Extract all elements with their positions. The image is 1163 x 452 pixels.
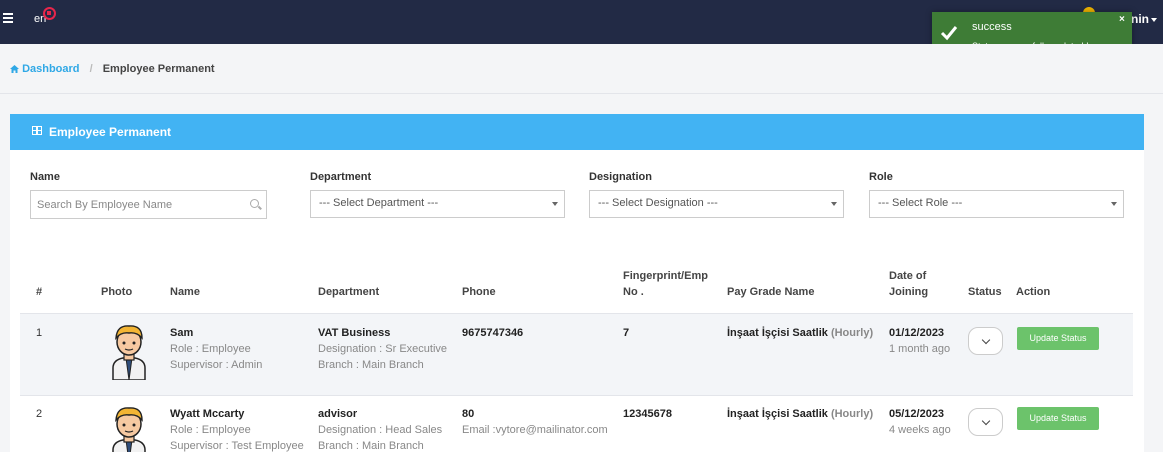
card-header: Employee Permanent (10, 114, 1144, 150)
card-title: Employee Permanent (49, 125, 172, 139)
status-select[interactable] (968, 408, 1003, 436)
designation: Designation : Head Sales (318, 424, 443, 436)
update-status-button[interactable]: Update Status (1017, 327, 1099, 350)
pay-grade-type: (Hourly) (830, 327, 874, 339)
employee-avatar (112, 407, 146, 452)
pay-grade-name: İnşaat İşçisi Saatlik (727, 408, 828, 420)
grid-icon (32, 126, 42, 135)
user-menu[interactable]: nin (1131, 12, 1157, 26)
pay-grade-name: İnşaat İşçisi Saatlik (727, 327, 828, 339)
row-number: 1 (36, 327, 43, 339)
header-pay-grade[interactable]: Pay Grade Name (727, 284, 814, 300)
header-num: # (36, 286, 43, 298)
header-status: Status (968, 286, 1002, 298)
dropdown-arrow-icon (1111, 202, 1117, 206)
app-logo[interactable]: en (34, 7, 56, 25)
department-name: VAT Business (318, 327, 391, 339)
employee-name-cell: Sam Role : Employee Supervisor : Admin (170, 325, 262, 373)
pay-grade-cell: İnşaat İşçisi Saatlik (Hourly) (727, 325, 873, 341)
joining-date: 05/12/2023 (889, 408, 945, 420)
employee-role: Role : Employee (170, 424, 251, 436)
fingerprint-number: 12345678 (623, 408, 672, 420)
employee-supervisor: Supervisor : Test Employee (170, 440, 304, 452)
phone-cell: 80 Email :vytore@mailinator.com (462, 406, 608, 438)
designation-select[interactable]: --- Select Designation --- (589, 190, 844, 218)
header-action: Action (1016, 286, 1051, 298)
header-fingerprint-line1: Fingerprint/Emp (623, 270, 708, 282)
name-search-placeholder: Search By Employee Name (37, 199, 173, 211)
breadcrumb-separator: / (89, 63, 93, 75)
employee-supervisor: Supervisor : Admin (170, 359, 263, 371)
user-menu-label: nin (1131, 12, 1149, 26)
joining-relative: 4 weeks ago (889, 424, 951, 436)
toast-close-button[interactable]: × (1119, 14, 1125, 25)
pay-grade-cell: İnşaat İşçisi Saatlik (Hourly) (727, 406, 873, 422)
check-icon (940, 26, 958, 41)
employee-role: Role : Employee (170, 343, 251, 355)
caret-down-icon (1151, 17, 1157, 22)
employee-name[interactable]: Wyatt Mccarty (170, 406, 304, 422)
breadcrumb-home-label: Dashboard (22, 63, 80, 75)
chevron-down-icon (981, 335, 991, 345)
department-cell: VAT Business Designation : Sr Executive … (318, 325, 447, 373)
breadcrumb: Dashboard / Employee Permanent (10, 63, 215, 75)
name-filter-label: Name (30, 171, 60, 183)
department-select[interactable]: --- Select Department --- (310, 190, 565, 218)
phone-number: 80 (462, 408, 475, 420)
phone-number: 9675747346 (462, 327, 524, 339)
role-select-value: --- Select Role --- (878, 197, 963, 209)
breadcrumb-home-link[interactable]: Dashboard (10, 63, 83, 75)
logo-mark-icon (43, 7, 56, 20)
name-search-input[interactable]: Search By Employee Name (30, 190, 267, 219)
dropdown-arrow-icon (552, 202, 558, 206)
search-icon[interactable] (250, 199, 259, 208)
designation-filter-label: Designation (589, 171, 652, 183)
breadcrumb-bar: Dashboard / Employee Permanent (0, 44, 1163, 94)
employee-avatar (112, 325, 146, 380)
joining-date-cell: 01/12/2023 1 month ago (889, 325, 950, 357)
header-fingerprint[interactable]: Fingerprint/Emp No . (623, 268, 708, 300)
role-filter-label: Role (869, 171, 893, 183)
department-name: advisor (318, 408, 358, 420)
phone-cell: 9675747346 (462, 325, 523, 341)
designation: Designation : Sr Executive (318, 343, 448, 355)
role-select[interactable]: --- Select Role --- (869, 190, 1124, 218)
header-photo: Photo (101, 286, 133, 298)
department-filter-label: Department (310, 171, 372, 183)
employee-email: Email :vytore@mailinator.com (462, 424, 608, 436)
row-number: 2 (36, 408, 43, 420)
fingerprint-number: 7 (623, 327, 630, 339)
branch: Branch : Main Branch (318, 359, 424, 371)
pay-grade-type: (Hourly) (830, 408, 874, 420)
employee-name-cell: Wyatt Mccarty Role : Employee Supervisor… (170, 406, 304, 452)
hamburger-icon[interactable] (3, 13, 13, 23)
header-fingerprint-line2: No . (623, 286, 644, 298)
branch: Branch : Main Branch (318, 440, 424, 452)
designation-select-value: --- Select Designation --- (598, 197, 718, 209)
header-department[interactable]: Department (318, 284, 379, 300)
home-icon (10, 65, 19, 73)
header-doj-line2: Joining (889, 286, 929, 298)
toast-title: success (972, 21, 1012, 33)
breadcrumb-current: Employee Permanent (102, 63, 215, 75)
department-select-value: --- Select Department --- (319, 197, 439, 209)
joining-relative: 1 month ago (889, 343, 951, 355)
dropdown-arrow-icon (831, 202, 837, 206)
header-doj-line1: Date of (889, 270, 927, 282)
joining-date: 01/12/2023 (889, 327, 945, 339)
update-status-button[interactable]: Update Status (1017, 407, 1099, 430)
status-select[interactable] (968, 327, 1003, 355)
department-cell: advisor Designation : Head Sales Branch … (318, 406, 442, 452)
header-name[interactable]: Name (170, 284, 200, 300)
header-phone[interactable]: Phone (462, 284, 496, 300)
employee-name[interactable]: Sam (170, 325, 262, 341)
joining-date-cell: 05/12/2023 4 weeks ago (889, 406, 951, 438)
chevron-down-icon (981, 416, 991, 426)
employee-card: Employee Permanent Name Search By Employ… (10, 114, 1144, 452)
header-date-of-joining[interactable]: Date of Joining (889, 268, 928, 300)
